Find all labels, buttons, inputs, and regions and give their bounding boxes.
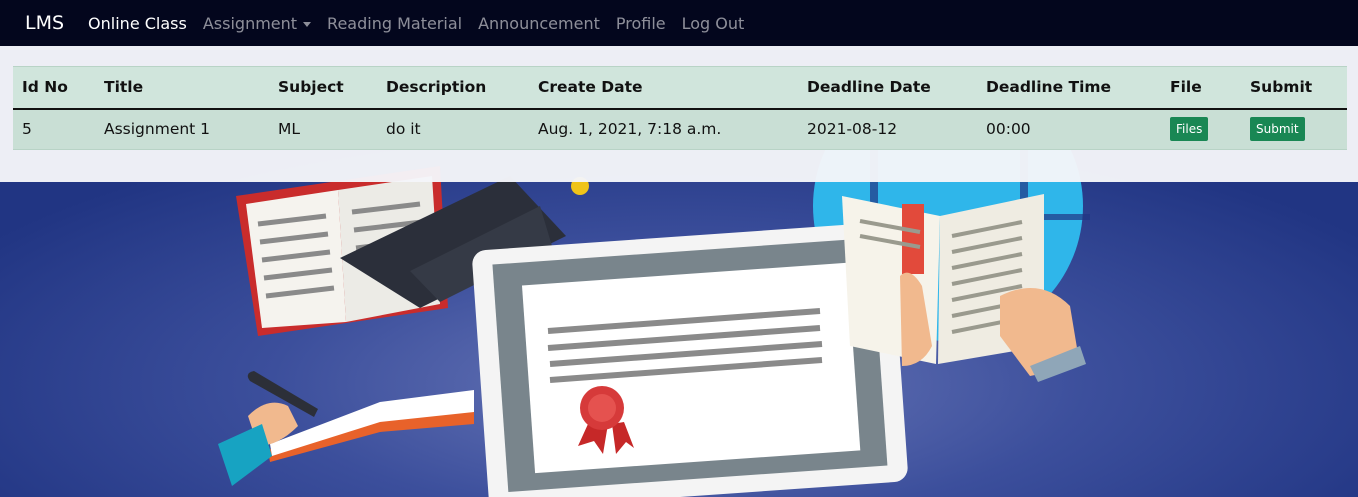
chevron-down-icon <box>303 21 312 27</box>
files-button[interactable]: Files <box>1170 117 1209 142</box>
cell-deadline-date: 2021-08-12 <box>798 108 977 150</box>
header-subject: Subject <box>269 66 377 110</box>
nav-profile[interactable]: Profile <box>616 14 666 33</box>
header-file: File <box>1161 66 1241 110</box>
header-deadline-date: Deadline Date <box>798 66 977 110</box>
cell-id: 5 <box>13 108 95 150</box>
table-row: 5 Assignment 1 ML do it Aug. 1, 2021, 7:… <box>13 108 1347 150</box>
assignment-table: Id No Title Subject Description Create D… <box>13 66 1347 150</box>
cell-submit: Submit <box>1241 108 1347 150</box>
nav-logout[interactable]: Log Out <box>682 14 745 33</box>
header-id: Id No <box>13 66 95 110</box>
header-title: Title <box>95 66 269 110</box>
header-create-date: Create Date <box>529 66 798 110</box>
header-submit: Submit <box>1241 66 1347 110</box>
nav-announcement[interactable]: Announcement <box>478 14 600 33</box>
cell-description: do it <box>377 108 529 150</box>
header-description: Description <box>377 66 529 110</box>
cell-title: Assignment 1 <box>95 108 269 150</box>
cell-deadline-time: 00:00 <box>977 108 1161 150</box>
table-header-row: Id No Title Subject Description Create D… <box>13 66 1347 110</box>
assignment-panel: Id No Title Subject Description Create D… <box>0 46 1358 182</box>
brand-logo[interactable]: LMS <box>25 12 64 34</box>
nav-reading-material[interactable]: Reading Material <box>327 14 462 33</box>
top-navbar: LMS Online Class Assignment Reading Mate… <box>0 0 1358 46</box>
submit-button[interactable]: Submit <box>1250 117 1305 142</box>
cell-create-date: Aug. 1, 2021, 7:18 a.m. <box>529 108 798 150</box>
cell-file: Files <box>1161 108 1241 150</box>
nav-online-class[interactable]: Online Class <box>88 14 187 33</box>
nav-assignment-label: Assignment <box>202 13 298 33</box>
header-deadline-time: Deadline Time <box>977 66 1161 110</box>
nav-assignment-dropdown[interactable]: Assignment <box>202 13 312 33</box>
cell-subject: ML <box>269 108 377 150</box>
